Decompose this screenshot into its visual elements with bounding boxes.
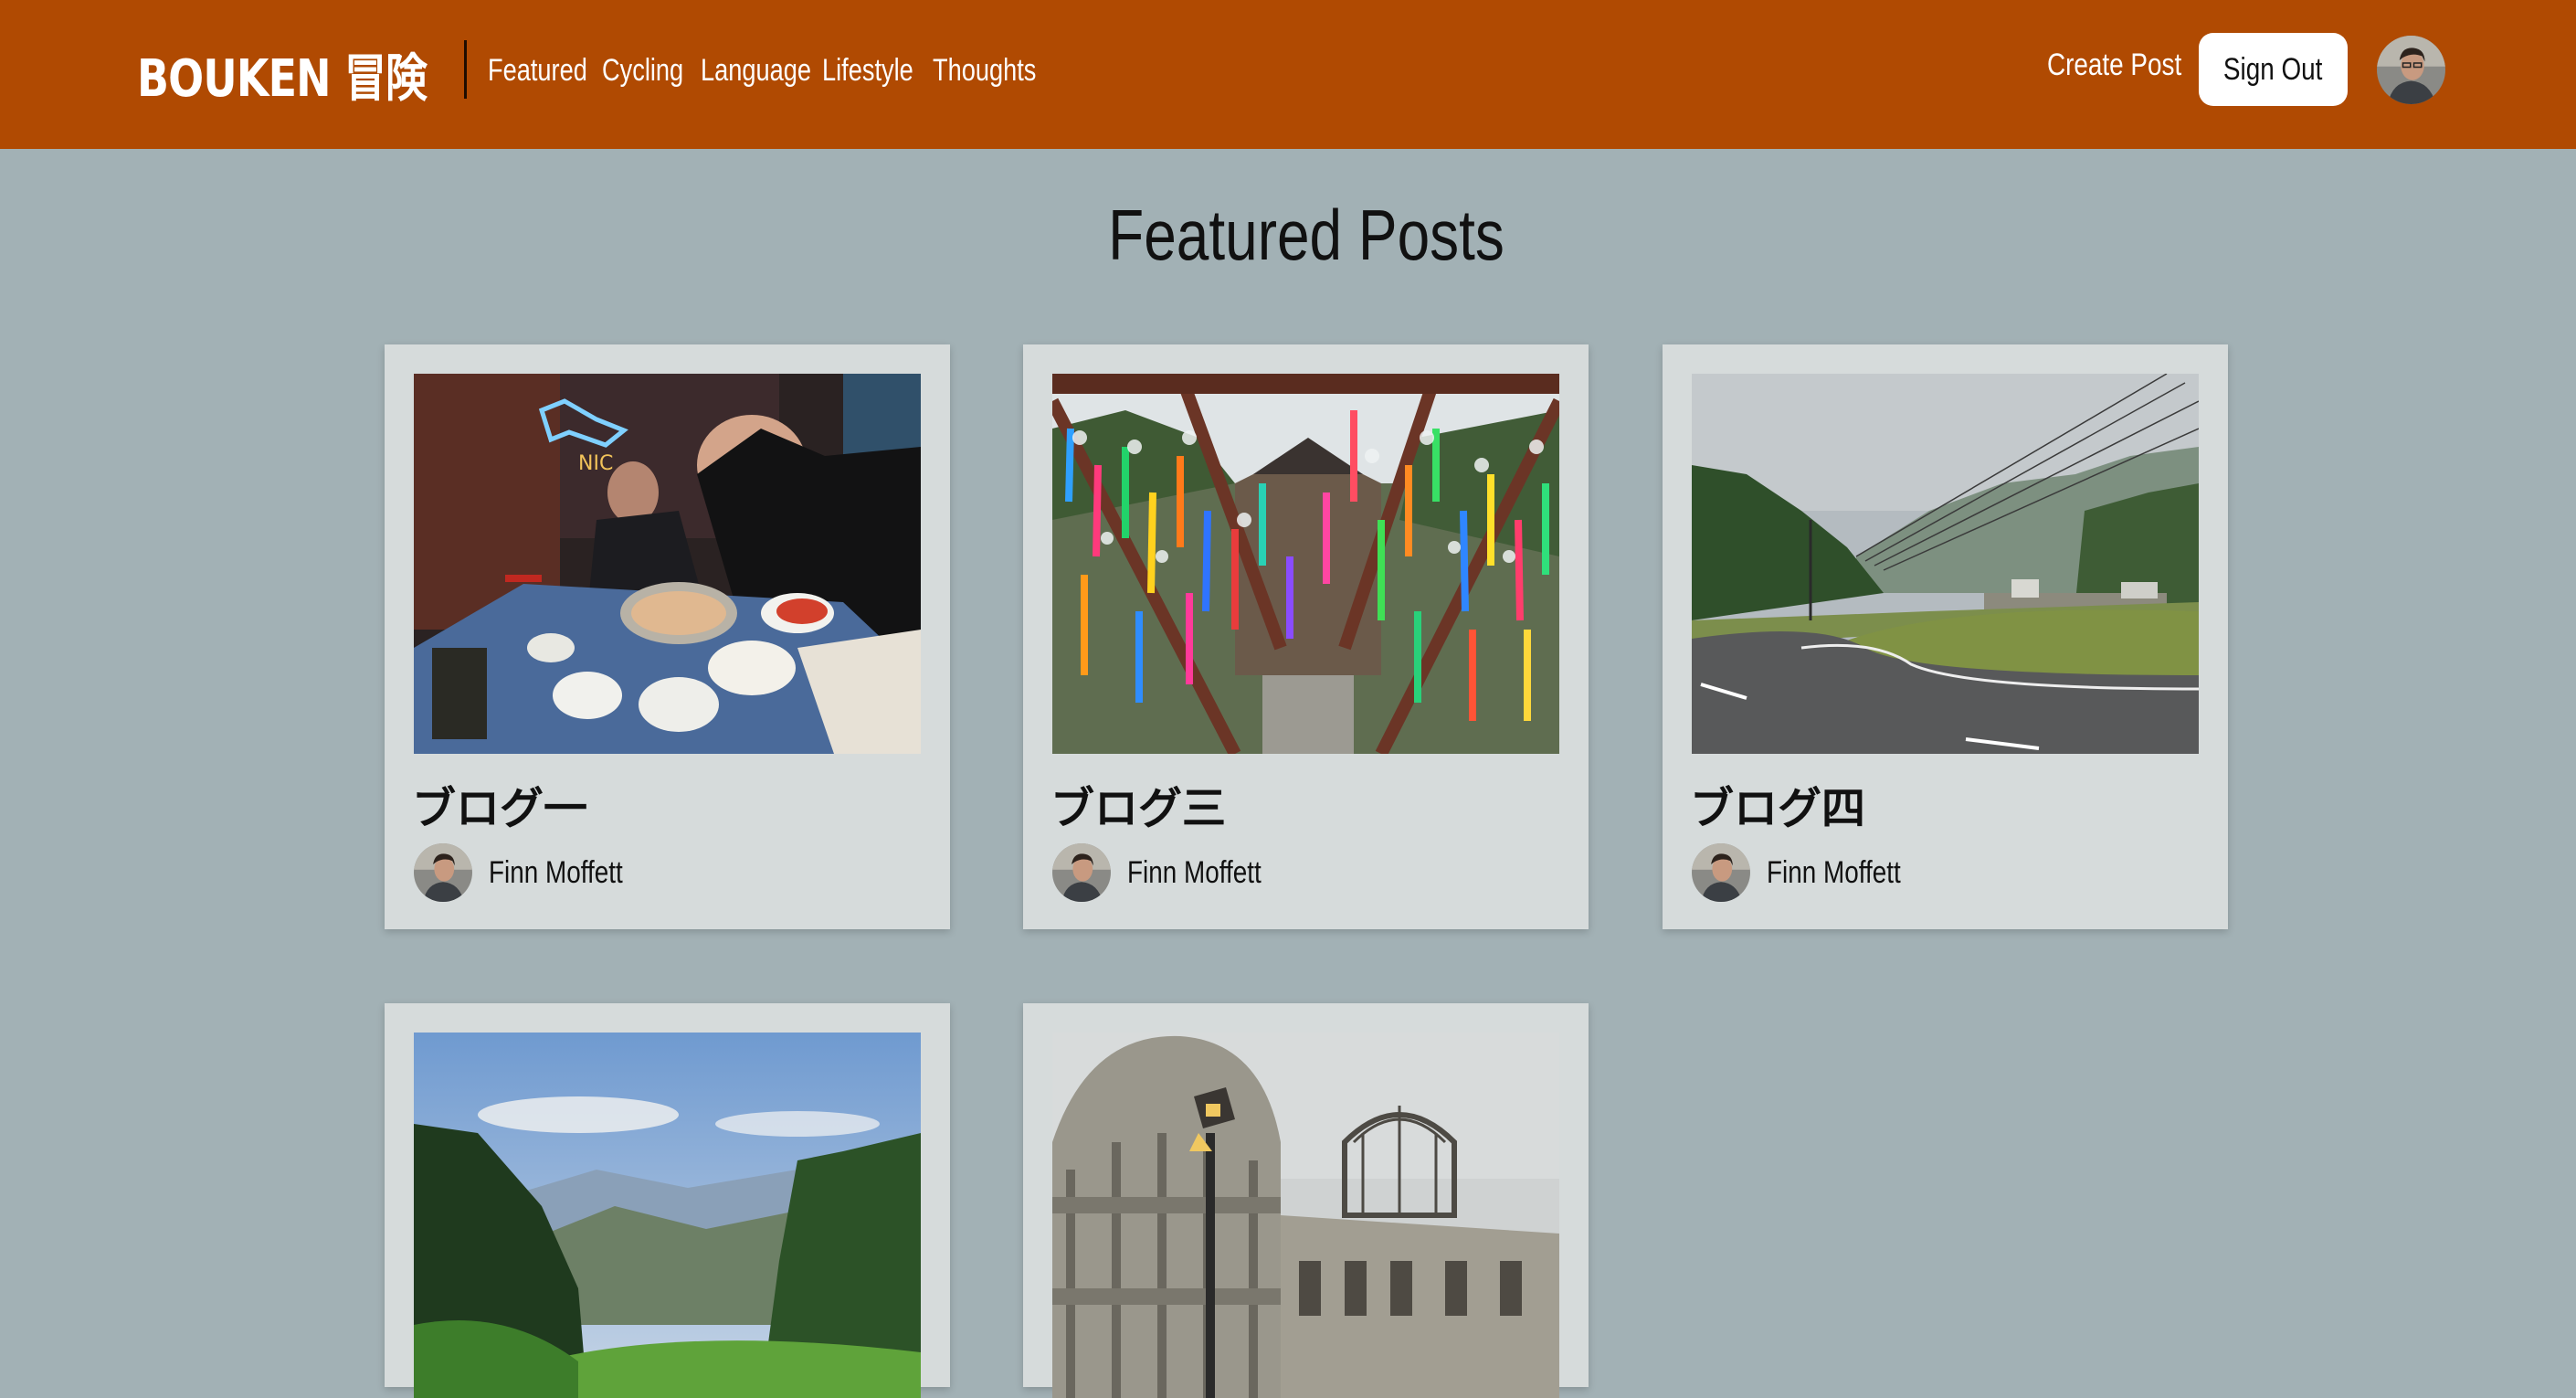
author-avatar (1052, 843, 1111, 902)
author-name: Finn Moffett (1767, 854, 1901, 890)
page-title: Featured Posts (1108, 195, 1504, 275)
author-name: Finn Moffett (489, 854, 623, 890)
post-photo: NIC (414, 374, 921, 754)
nav-thoughts[interactable]: Thoughts (933, 53, 1036, 89)
post-card[interactable]: ブログ三 Finn Moffett (1023, 344, 1589, 929)
author-name: Finn Moffett (1127, 854, 1262, 890)
svg-text:NIC: NIC (578, 452, 613, 475)
user-avatar[interactable] (2377, 36, 2445, 104)
create-post-link[interactable]: Create Post (2047, 48, 2181, 83)
post-card[interactable] (1023, 1003, 1589, 1398)
post-title[interactable]: ブログ一 (412, 772, 587, 836)
top-nav-bar: BOUKEN 冒険 Featured Cycling Language Life… (0, 0, 2576, 149)
post-title[interactable]: ブログ四 (1690, 772, 1865, 836)
author-avatar (414, 843, 472, 902)
post-author[interactable]: Finn Moffett (1052, 842, 1291, 903)
post-card[interactable] (385, 1003, 950, 1398)
sign-out-label: Sign Out (2223, 51, 2323, 87)
user-avatar-image (2377, 36, 2445, 104)
author-avatar (1692, 843, 1750, 902)
post-photo (414, 1033, 921, 1398)
post-photo (1692, 374, 2199, 754)
post-photo (1052, 374, 1559, 754)
post-author[interactable]: Finn Moffett (1692, 842, 1930, 903)
sign-out-button[interactable]: Sign Out (2199, 33, 2348, 106)
brand-logo[interactable]: BOUKEN 冒険 (137, 33, 428, 115)
nav-cycling[interactable]: Cycling (602, 53, 683, 89)
post-title[interactable]: ブログ三 (1050, 772, 1226, 836)
nav-language[interactable]: Language (701, 53, 811, 89)
post-photo (1052, 1033, 1559, 1398)
post-card[interactable]: ブログ四 Finn Moffett (1663, 344, 2228, 929)
brand-divider (464, 40, 467, 99)
nav-lifestyle[interactable]: Lifestyle (822, 53, 913, 89)
post-card[interactable]: NIC ブログ一 Finn Moffett (385, 344, 950, 929)
post-author[interactable]: Finn Moffett (414, 842, 652, 903)
nav-featured[interactable]: Featured (488, 53, 587, 89)
